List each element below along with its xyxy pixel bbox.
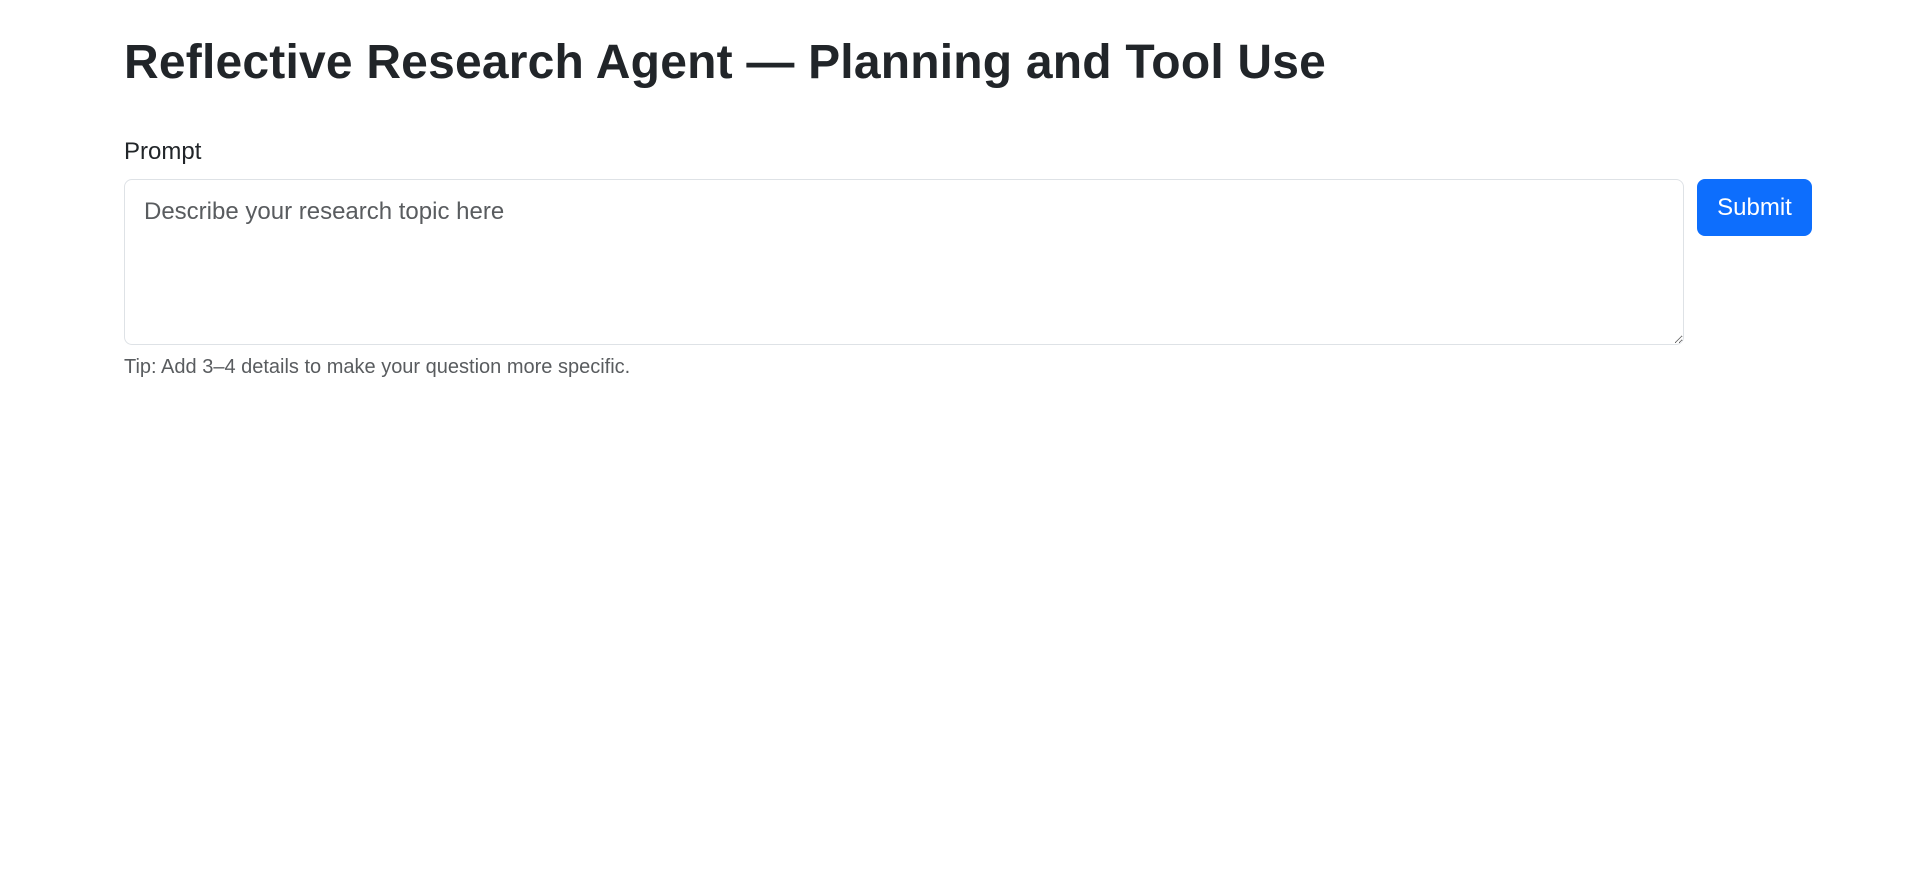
submit-button[interactable]: Submit — [1697, 179, 1812, 236]
tip-text: Tip: Add 3–4 details to make your questi… — [124, 356, 631, 378]
page-title: Reflective Research Agent — Planning and… — [124, 36, 1327, 89]
prompt-textarea[interactable] — [124, 179, 1684, 345]
prompt-label: Prompt — [124, 138, 202, 165]
